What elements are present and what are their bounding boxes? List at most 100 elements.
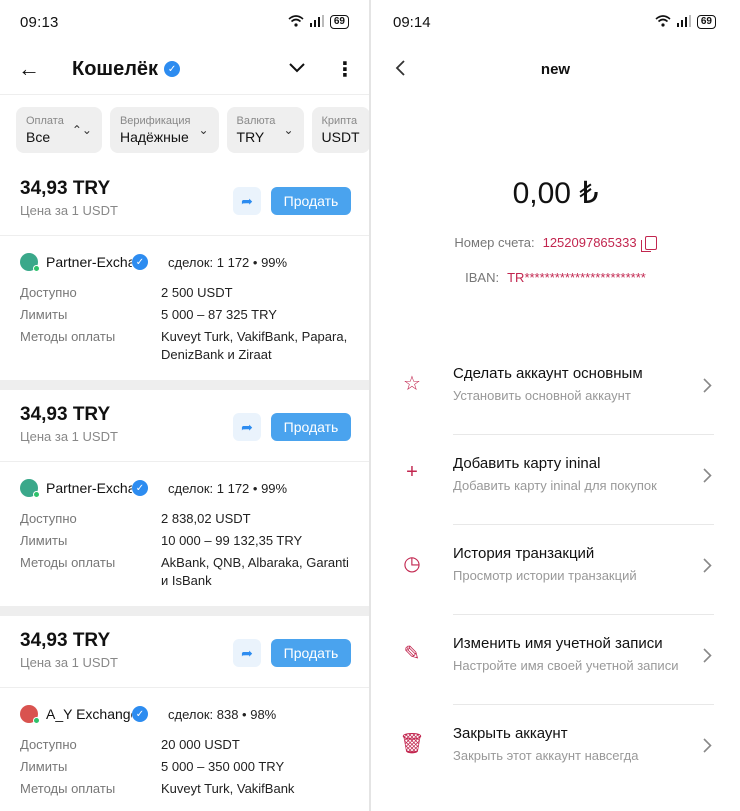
offer-detail-row: Доступно 2 838,02 USDT — [20, 510, 349, 528]
account-number-value: 1252097865333 — [542, 235, 637, 250]
share-icon[interactable]: ➦ — [233, 187, 261, 215]
status-icons: 69 — [288, 14, 349, 31]
balance-amount: 0,00 ₺ — [512, 177, 599, 210]
online-dot — [33, 717, 40, 724]
online-dot — [33, 491, 40, 498]
trader-row[interactable]: Partner-Exchange✓ сделок: 1 172 • 99% — [20, 476, 349, 500]
offer-detail-row: Лимиты 10 000 – 99 132,35 TRY — [20, 532, 349, 550]
detail-value: 20 000 USDT — [161, 737, 240, 752]
battery-icon: 69 — [696, 15, 716, 29]
sell-button[interactable]: Продать — [271, 639, 351, 667]
avatar — [20, 253, 40, 272]
offer-body: Partner-Exchange✓ сделок: 1 172 • 99% Дост… — [0, 462, 369, 606]
offer-card[interactable]: 34,93 TRY Цена за 1 USDT ➦ Продать Partner-E… — [0, 164, 369, 380]
offer-header: 34,93 TRY Цена за 1 USDT ➦ Продать — [0, 616, 369, 688]
iban-label: IBAN: — [465, 270, 500, 285]
status-bar: 09:13 69 — [0, 0, 369, 44]
detail-key: Лимиты — [20, 307, 68, 322]
trader-name: Partner-Exchange — [46, 480, 132, 496]
detail-value: Kuveyt Turk, VakifBank — [161, 781, 295, 796]
sell-button[interactable]: Продать — [271, 187, 351, 215]
plus-icon: + — [406, 461, 418, 483]
verified-badge-icon: ✓ — [132, 480, 148, 496]
detail-value: 2 838,02 USDT — [161, 511, 251, 526]
offer-details: Доступно 2 838,02 USDT Лимиты 10 000 – 99 1… — [20, 510, 349, 590]
offer-card[interactable]: 34,93 TRY Цена за 1 USDT ➦ Продать Partner-E… — [0, 390, 369, 606]
menu-item-subtitle: Добавить карту ininal для покупок — [453, 478, 657, 493]
menu-item[interactable]: ◷ История транзакций Просмотр истории тран… — [371, 525, 740, 615]
trash-icon: 🗑 — [399, 733, 425, 755]
account-menu: ☆ Сделать аккаунт основным Установить осно… — [371, 345, 740, 795]
offer-detail-row: Лимиты 5 000 – 350 000 TRY — [20, 758, 349, 776]
page-title: Кошелёк ✓ — [72, 58, 289, 81]
status-icons: 69 — [655, 14, 716, 31]
pencil-icon: ✎ — [403, 643, 421, 665]
filter-label: Оплата — [26, 114, 64, 127]
menu-item-title: Закрыть аккаунт — [453, 725, 568, 742]
wallet-screen: 09:13 69 ← Кошелёк ✓ ⋮ Оплата Все ⌃⌄ Верифи… — [0, 0, 369, 811]
menu-item[interactable]: 🗑 Закрыть аккаунт Закрыть этот аккаунт нав… — [371, 705, 740, 795]
chevron-down-icon[interactable] — [289, 60, 305, 78]
status-time: 09:14 — [393, 13, 431, 31]
share-icon[interactable]: ➦ — [233, 413, 261, 441]
menu-item-subtitle: Просмотр истории транзакций — [453, 568, 637, 583]
detail-key: Доступно — [20, 285, 77, 300]
offer-detail-row: Методы оплаты Kuveyt Turk, VakifBank, Pap… — [20, 328, 349, 364]
verified-badge-icon: ✓ — [164, 61, 181, 77]
trader-deals: сделок: 838 • 98% — [168, 706, 277, 722]
filter-label: Крипта — [321, 114, 358, 127]
back-chevron-icon[interactable] — [395, 56, 405, 82]
account-number-label: Номер счета: — [454, 235, 535, 250]
filter-chip[interactable]: Верификация Надёжные ⌄ — [109, 106, 219, 153]
avatar — [20, 705, 40, 724]
battery-icon: 69 — [329, 15, 349, 29]
offer-details: Доступно 20 000 USDT Лимиты 5 000 – 350 000… — [20, 736, 349, 798]
signal-icon — [676, 14, 691, 31]
filter-label: Валюта — [236, 114, 276, 127]
menu-item-subtitle: Настройте имя своей учетной записи — [453, 658, 679, 673]
trader-deals: сделок: 1 172 • 99% — [168, 254, 288, 270]
offer-detail-row: Методы оплаты AkBank, QNB, Albaraka, Gara… — [20, 554, 349, 590]
filter-chip[interactable]: Оплата Все ⌃⌄ — [16, 106, 102, 153]
header: new — [371, 44, 740, 94]
filter-chip[interactable]: Валюта TRY ⌄ — [226, 106, 304, 153]
trader-row[interactable]: Partner-Exchange✓ сделок: 1 172 • 99% — [20, 250, 349, 274]
online-dot — [33, 265, 40, 272]
iban-row: IBAN: TR************************ — [371, 270, 740, 285]
chevron-right-icon — [703, 378, 712, 398]
offer-card[interactable]: 34,93 TRY Цена за 1 USDT ➦ Продать A_Y Excha… — [0, 616, 369, 811]
trader-row[interactable]: A_Y Exchange ✓ сделок: 838 • 98% — [20, 702, 349, 726]
wifi-icon — [288, 14, 304, 31]
filter-chip[interactable]: Крипта USDT — [311, 106, 369, 153]
detail-value: Kuveyt Turk, VakifBank, Papara, DenizBan… — [161, 329, 348, 362]
menu-item-text: Добавить карту ininal Добавить карту inin… — [453, 435, 714, 525]
sell-button[interactable]: Продать — [271, 413, 351, 441]
detail-value: 2 500 USDT — [161, 285, 233, 300]
trader-name: Partner-Exchange — [46, 254, 132, 270]
share-icon[interactable]: ➦ — [233, 639, 261, 667]
app-bar: ← Кошелёк ✓ ⋮ — [0, 44, 369, 94]
detail-key: Доступно — [20, 737, 77, 752]
offer-detail-row: Методы оплаты Kuveyt Turk, VakifBank — [20, 780, 349, 798]
chevron-down-icon: ⌃⌄ — [71, 122, 92, 137]
detail-key: Лимиты — [20, 533, 68, 548]
offer-body: Partner-Exchange✓ сделок: 1 172 • 99% Дост… — [0, 236, 369, 380]
offer-detail-row: Лимиты 5 000 – 87 325 TRY — [20, 306, 349, 324]
verified-badge-icon: ✓ — [132, 706, 148, 722]
menu-item-text: Закрыть аккаунт Закрыть этот аккаунт навс… — [453, 705, 714, 795]
menu-item[interactable]: ✎ Изменить имя учетной записи Настройте им… — [371, 615, 740, 705]
chevron-right-icon — [703, 468, 712, 488]
account-title: new — [540, 60, 571, 78]
history-icon: ◷ — [403, 553, 421, 575]
star-icon: ☆ — [403, 373, 421, 395]
chevron-right-icon — [703, 648, 712, 668]
menu-item-subtitle: Закрыть этот аккаунт навсегда — [453, 748, 639, 763]
filter-value: USDT — [321, 128, 360, 145]
menu-item[interactable]: + Добавить карту ininal Добавить карту ini… — [371, 435, 740, 525]
detail-key: Методы оплаты — [20, 329, 116, 344]
back-arrow-icon[interactable]: ← — [18, 56, 42, 82]
menu-item[interactable]: ☆ Сделать аккаунт основным Установить осно… — [371, 345, 740, 435]
copy-icon[interactable] — [640, 235, 657, 252]
more-menu-icon[interactable]: ⋮ — [335, 57, 355, 82]
detail-key: Методы оплаты — [20, 555, 116, 570]
